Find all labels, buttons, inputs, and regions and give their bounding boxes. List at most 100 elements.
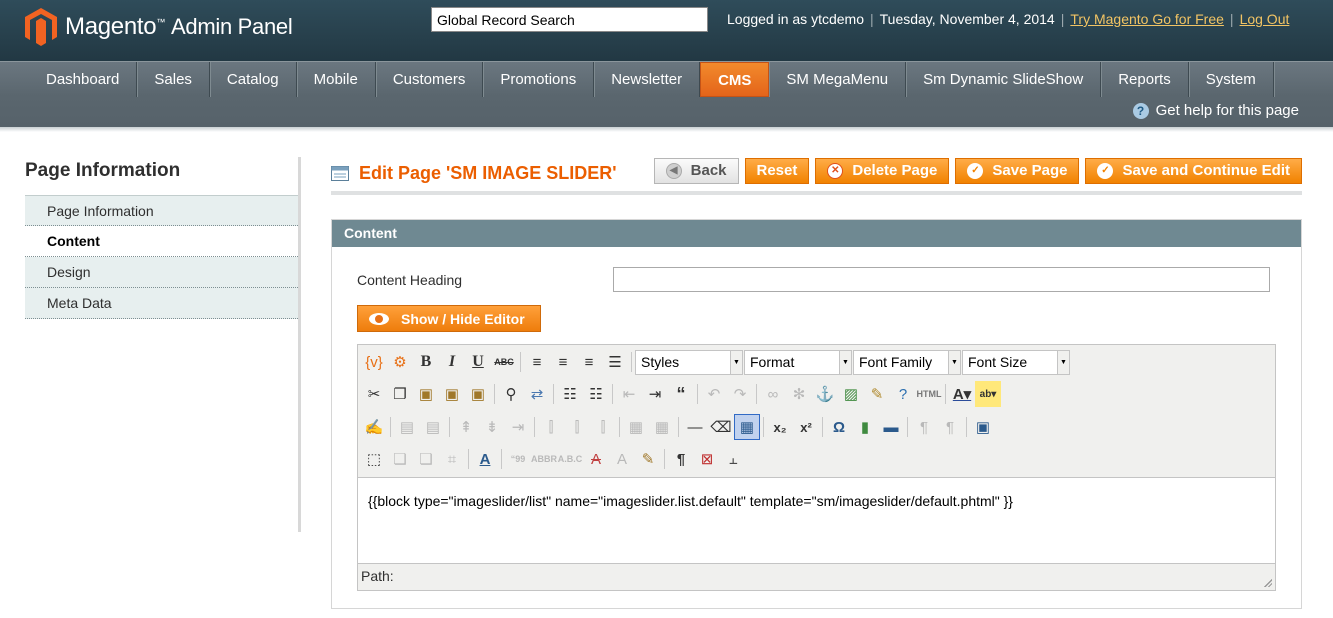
resize-grip-icon[interactable] [1262, 577, 1272, 587]
undo-icon[interactable]: ↶ [701, 381, 727, 407]
nav-dashboard[interactable]: Dashboard [30, 62, 138, 97]
insert-variable-icon[interactable]: {v} [361, 349, 387, 375]
nav-system[interactable]: System [1189, 62, 1274, 97]
format-dropdown[interactable]: Format ▼ [744, 349, 852, 375]
insert-row-before-icon[interactable]: ⇞ [453, 414, 479, 440]
font-family-dropdown[interactable]: Font Family ▼ [853, 349, 961, 375]
tab-design[interactable]: Design [25, 257, 298, 288]
tab-meta-data[interactable]: Meta Data [25, 288, 298, 319]
bold-icon[interactable]: B [413, 349, 439, 375]
abbr-icon[interactable]: ABBR [531, 446, 557, 472]
styles-dropdown[interactable]: Styles ▼ [635, 349, 743, 375]
absolute-icon[interactable]: ⌗ [439, 446, 465, 472]
show-blocks-icon[interactable]: ¶ [668, 446, 694, 472]
align-center-icon[interactable]: ≡ [550, 349, 576, 375]
content-heading-input[interactable] [613, 267, 1270, 292]
delete-row-icon[interactable]: ⇥ [505, 414, 531, 440]
blockquote-icon[interactable]: “ [668, 381, 694, 407]
bullet-list-icon[interactable]: ☷ [557, 381, 583, 407]
cite-icon[interactable]: “99 [505, 446, 531, 472]
nav-promotions[interactable]: Promotions [483, 62, 595, 97]
cleanup-icon[interactable]: ✎ [864, 381, 890, 407]
ltr-icon[interactable]: ¶ [911, 414, 937, 440]
subscript-icon[interactable]: x₂ [767, 414, 793, 440]
outdent-icon[interactable]: ⇤ [616, 381, 642, 407]
page-break-icon[interactable]: ⊠ [694, 446, 720, 472]
align-left-icon[interactable]: ≡ [524, 349, 550, 375]
nbsp-icon[interactable]: ▬ [878, 414, 904, 440]
back-button[interactable]: ◀ Back [653, 158, 739, 184]
nav-reports[interactable]: Reports [1101, 62, 1189, 97]
paste-icon[interactable]: ▣ [413, 381, 439, 407]
insert-layer-icon[interactable]: ⬚ [361, 446, 387, 472]
reset-button[interactable]: Reset [744, 158, 810, 184]
copy-icon[interactable]: ❐ [387, 381, 413, 407]
style-props-icon[interactable]: A [472, 446, 498, 472]
link-icon[interactable]: ∞ [760, 381, 786, 407]
font-size-dropdown[interactable]: Font Size ▼ [962, 349, 1070, 375]
nav-sm-dynamic-slideshow[interactable]: Sm Dynamic SlideShow [906, 62, 1102, 97]
table-cell-props-icon[interactable]: ▤ [420, 414, 446, 440]
merge-cells-icon[interactable]: ▦ [649, 414, 675, 440]
paste-text-icon[interactable]: ▣ [439, 381, 465, 407]
html-source-icon[interactable]: HTML [916, 381, 942, 407]
ins-icon[interactable]: A [609, 446, 635, 472]
horizontal-rule-icon[interactable]: — [682, 414, 708, 440]
underline-icon[interactable]: U [465, 349, 491, 375]
split-cells-icon[interactable]: ▦ [623, 414, 649, 440]
anchor-icon[interactable]: ⚓ [812, 381, 838, 407]
attribs-icon[interactable]: ✎ [635, 446, 661, 472]
nav-newsletter[interactable]: Newsletter [594, 62, 701, 97]
redo-icon[interactable]: ↷ [727, 381, 753, 407]
acronym-icon[interactable]: A.B.C [557, 446, 583, 472]
insert-col-after-icon[interactable]: ⫿ [564, 414, 590, 440]
move-backward-icon[interactable]: ❏ [413, 446, 439, 472]
italic-icon[interactable]: I [439, 349, 465, 375]
indent-icon[interactable]: ⇥ [642, 381, 668, 407]
nav-mobile[interactable]: Mobile [297, 62, 376, 97]
nonbreaking-icon[interactable]: ⫠ [720, 446, 746, 472]
replace-icon[interactable]: ⇄ [524, 381, 550, 407]
editor-content-area[interactable]: {{block type="imageslider/list" name="im… [358, 478, 1275, 563]
global-search-input[interactable] [431, 7, 708, 32]
visual-aid-icon[interactable]: ▦ [734, 414, 760, 440]
insert-row-after-icon[interactable]: ⇟ [479, 414, 505, 440]
find-icon[interactable]: ⚲ [498, 381, 524, 407]
save-page-button[interactable]: ✓ Save Page [955, 158, 1080, 184]
nav-sm-megamenu[interactable]: SM MegaMenu [769, 62, 907, 97]
text-color-icon[interactable]: A▾ [949, 381, 975, 407]
nav-cms[interactable]: CMS [700, 62, 770, 97]
numbered-list-icon[interactable]: ☷ [583, 381, 609, 407]
unlink-icon[interactable]: ✻ [786, 381, 812, 407]
align-right-icon[interactable]: ≡ [576, 349, 602, 375]
media-icon[interactable]: ▮ [852, 414, 878, 440]
try-magento-link[interactable]: Try Magento Go for Free [1070, 11, 1224, 27]
superscript-icon[interactable]: x² [793, 414, 819, 440]
help-link[interactable]: ? Get help for this page [1132, 102, 1299, 119]
logout-link[interactable]: Log Out [1240, 11, 1290, 27]
save-continue-button[interactable]: ✓ Save and Continue Edit [1085, 158, 1302, 184]
show-hide-editor-button[interactable]: Show / Hide Editor [357, 305, 541, 332]
help-circle-icon[interactable]: ? [890, 381, 916, 407]
align-justify-icon[interactable]: ☰ [602, 349, 628, 375]
strikethrough-icon[interactable]: ABC [491, 349, 517, 375]
tab-page-information[interactable]: Page Information [25, 195, 298, 226]
tab-content[interactable]: Content [25, 226, 298, 257]
special-char-icon[interactable]: Ω [826, 414, 852, 440]
rtl-icon[interactable]: ¶ [937, 414, 963, 440]
delete-col-icon[interactable]: ⫿ [590, 414, 616, 440]
cut-icon[interactable]: ✂ [361, 381, 387, 407]
delete-page-button[interactable]: ✕ Delete Page [815, 158, 950, 184]
move-forward-icon[interactable]: ❏ [387, 446, 413, 472]
highlight-color-icon[interactable]: ab▾ [975, 381, 1001, 407]
table-row-props-icon[interactable]: ▤ [394, 414, 420, 440]
paste-word-icon[interactable]: ▣ [465, 381, 491, 407]
nav-sales[interactable]: Sales [137, 62, 210, 97]
image-icon[interactable]: ▨ [838, 381, 864, 407]
remove-format-icon[interactable]: ⌫ [708, 414, 734, 440]
insert-col-before-icon[interactable]: ⫿ [538, 414, 564, 440]
fullscreen-icon[interactable]: ▣ [970, 414, 996, 440]
edit-css-icon[interactable]: ✍ [361, 414, 387, 440]
magento-logo[interactable]: Magento™ Admin Panel [25, 7, 293, 47]
nav-catalog[interactable]: Catalog [210, 62, 297, 97]
